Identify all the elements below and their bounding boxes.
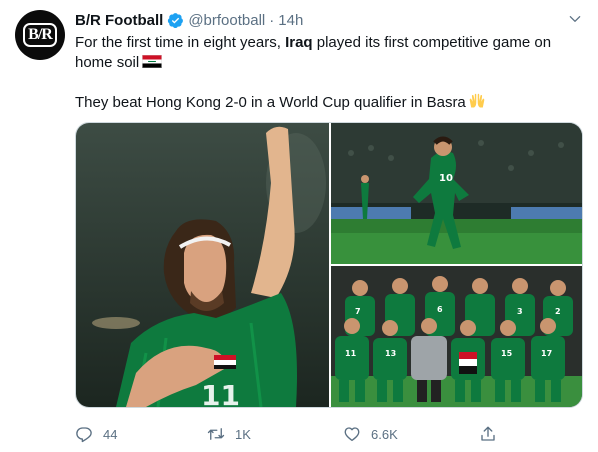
verified-badge-icon (168, 12, 184, 28)
team-number: 6 (437, 305, 443, 314)
tweet-paragraph-1: For the first time in eight years, Iraq … (75, 33, 585, 73)
chevron-down-icon[interactable] (568, 12, 582, 26)
tweet-card[interactable]: B/R B/R Football @brfootball · 14h For t… (0, 0, 598, 452)
team-number: 2 (555, 307, 561, 316)
team-number: 15 (501, 349, 513, 358)
team-number: 11 (345, 349, 357, 358)
text-line2: They beat Hong Kong 2-0 in a World Cup q… (75, 94, 466, 111)
reply-icon (76, 427, 92, 443)
account-handle[interactable]: @brfootball (188, 12, 265, 29)
retweet-icon (207, 428, 225, 440)
retweet-count: 1K (235, 426, 251, 442)
like-count: 6.6K (371, 426, 398, 442)
share-icon (481, 426, 495, 441)
text-bold-iraq: Iraq (285, 34, 313, 51)
team-number: 13 (385, 349, 396, 358)
photo-player-running[interactable]: 10 (331, 123, 582, 264)
team-number: 7 (355, 307, 361, 316)
jersey-number-photo1: 11 (201, 379, 240, 407)
media-grid[interactable]: 11 10 7 6 3 2 11 13 15 17 (75, 122, 583, 408)
tweet-paragraph-2: They beat Hong Kong 2-0 in a World Cup q… (75, 93, 585, 113)
like-button[interactable]: 6.6K (343, 424, 398, 444)
iraq-flag-icon (142, 55, 162, 68)
reply-button[interactable]: 44 (75, 424, 117, 444)
account-name[interactable]: B/R Football (75, 12, 163, 29)
share-button[interactable] (479, 424, 497, 444)
br-logo: B/R (23, 23, 57, 47)
separator-dot: · (269, 11, 275, 29)
retweet-button[interactable]: 1K (207, 424, 251, 444)
jersey-number-photo2: 10 (439, 173, 453, 184)
reply-count: 44 (103, 426, 118, 442)
team-number: 17 (541, 349, 552, 358)
tweet-actions: 44 1K 6.6K (75, 424, 515, 444)
photo-player-celebrating[interactable]: 11 (76, 123, 329, 407)
avatar[interactable]: B/R (15, 10, 65, 60)
tweet-header: B/R Football @brfootball · 14h (75, 10, 303, 30)
team-number: 3 (517, 307, 523, 316)
raising-hands-icon (469, 93, 485, 108)
text-prefix: For the first time in eight years, (75, 34, 286, 51)
heart-icon (344, 427, 360, 442)
tweet-text: For the first time in eight years, Iraq … (75, 33, 585, 113)
photo-team-lineup[interactable]: 7 6 3 2 11 13 15 17 (331, 266, 582, 407)
tweet-timestamp[interactable]: 14h (278, 12, 303, 29)
